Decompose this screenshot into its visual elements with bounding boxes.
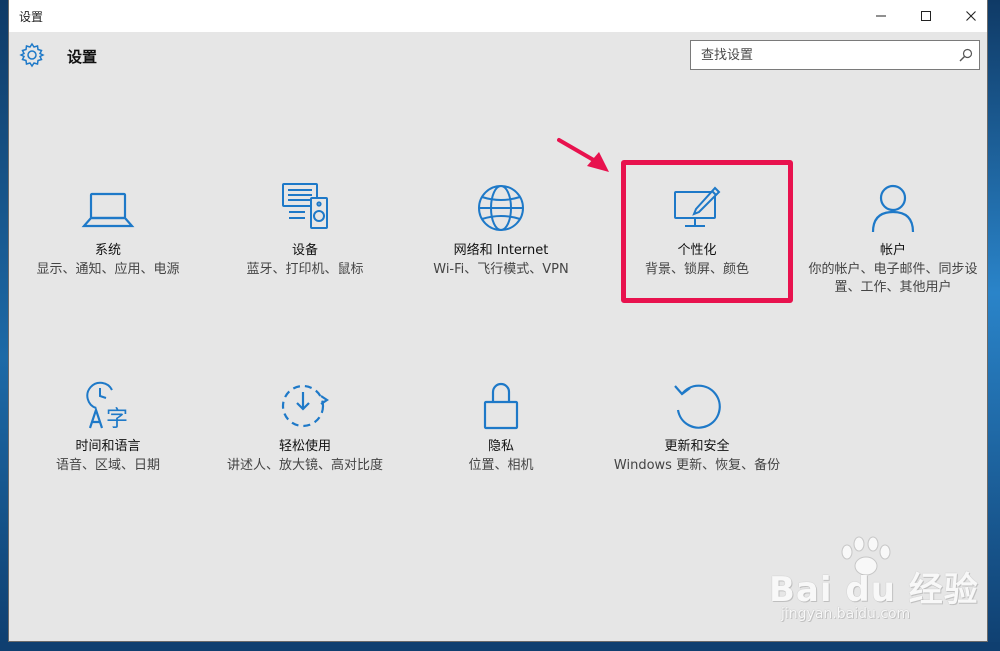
tile-title: 轻松使用 — [278, 439, 331, 454]
maximize-button[interactable] — [903, 0, 949, 32]
tile-network[interactable]: 网络和 Internet Wi-Fi、飞行模式、VPN — [416, 182, 586, 279]
tile-title: 帐户 — [879, 243, 906, 258]
time-language-icon: 字 — [78, 378, 138, 434]
gear-icon — [19, 42, 45, 68]
tile-title: 更新和安全 — [664, 439, 730, 454]
person-icon — [863, 182, 923, 238]
tile-description: 语音、区域、日期 — [55, 458, 160, 473]
tile-title: 网络和 Internet — [453, 243, 549, 258]
tile-title: 隐私 — [487, 439, 514, 454]
tile-accounts[interactable]: 帐户 你的帐户、电子邮件、同步设置、工作、其他用户 — [808, 182, 978, 297]
desktop-background-right — [988, 0, 1000, 651]
tile-update-security[interactable]: 更新和安全 Windows 更新、恢复、备份 — [612, 378, 782, 475]
tile-description: 显示、通知、应用、电源 — [36, 262, 180, 277]
search-icon[interactable] — [959, 48, 973, 62]
devices-icon — [275, 182, 335, 238]
tile-description: 讲述人、放大镜、高对比度 — [226, 458, 383, 473]
search-box[interactable] — [690, 40, 980, 70]
search-input[interactable] — [691, 41, 951, 69]
window-title: 设置 — [19, 10, 44, 24]
tile-description: 蓝牙、打印机、鼠标 — [246, 262, 364, 277]
tile-title: 设备 — [291, 243, 318, 258]
watermark-url: jingyan.baidu.com — [781, 606, 911, 622]
tile-title: 系统 — [94, 243, 121, 258]
title-bar[interactable]: 设置 — [9, 0, 987, 32]
tile-description: 位置、相机 — [468, 458, 534, 473]
watermark: Bai du 经验 jingyan.baidu.com — [769, 536, 984, 630]
desktop-background-left — [0, 0, 8, 651]
maximize-icon — [921, 11, 931, 21]
close-button[interactable] — [948, 0, 994, 32]
tile-title: 时间和语言 — [75, 439, 141, 454]
tile-ease-of-access[interactable]: 轻松使用 讲述人、放大镜、高对比度 — [220, 378, 390, 475]
ease-of-access-icon — [275, 378, 335, 434]
desktop-background-bottom — [0, 642, 1000, 651]
svg-text:字: 字 — [106, 407, 128, 432]
minimize-button[interactable] — [858, 0, 904, 32]
refresh-icon — [667, 378, 727, 434]
tile-time-language[interactable]: 字 时间和语言 语音、区域、日期 — [23, 378, 193, 475]
highlight-box — [621, 160, 793, 303]
page-title: 设置 — [67, 48, 98, 66]
tile-description: Wi-Fi、飞行模式、VPN — [433, 262, 569, 277]
tile-description: 你的帐户、电子邮件、同步设置、工作、其他用户 — [808, 262, 978, 295]
laptop-icon — [78, 182, 138, 238]
tile-description: Windows 更新、恢复、备份 — [613, 458, 781, 473]
globe-icon — [471, 182, 531, 238]
arrow-icon — [557, 138, 609, 172]
settings-window: 设置 设置 系统 显示、通知、应用、电源 — [8, 0, 988, 642]
close-icon — [966, 11, 976, 21]
watermark-brand: Bai du 经验 — [769, 570, 979, 610]
tile-privacy[interactable]: 隐私 位置、相机 — [416, 378, 586, 475]
tile-devices[interactable]: 设备 蓝牙、打印机、鼠标 — [220, 182, 390, 279]
minimize-icon — [876, 15, 886, 17]
tile-system[interactable]: 系统 显示、通知、应用、电源 — [23, 182, 193, 279]
lock-icon — [471, 378, 531, 434]
